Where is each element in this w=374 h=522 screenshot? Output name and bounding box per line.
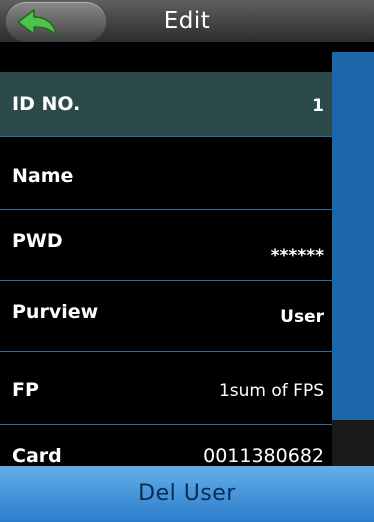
header-bar: Edit (0, 0, 374, 42)
field-list: ID NO. 1 Name PWD ****** Purview User FP… (0, 52, 332, 466)
field-label: Name (12, 165, 74, 187)
field-row-pwd[interactable]: PWD ****** (0, 210, 332, 281)
delete-user-button[interactable]: Del User (0, 466, 374, 522)
field-row-card[interactable]: Card 0011380682 (0, 425, 332, 466)
field-row-purview[interactable]: Purview User (0, 281, 332, 352)
field-label: Card (12, 445, 62, 466)
field-row-id-no[interactable]: ID NO. 1 (0, 72, 332, 137)
field-row-name[interactable]: Name (0, 137, 332, 210)
field-value: 1 (312, 96, 324, 116)
field-value: 1sum of FPS (218, 381, 324, 401)
field-row-fp[interactable]: FP 1sum of FPS (0, 352, 332, 425)
scrollbar-track (332, 420, 374, 466)
field-label: Purview (12, 301, 99, 323)
field-value: ****** (270, 246, 324, 266)
field-label: PWD (12, 230, 63, 252)
edit-user-screen: Edit ID NO. 1 Name PWD ****** Purview Us… (0, 0, 374, 522)
scrollbar[interactable] (332, 52, 374, 420)
page-title: Edit (163, 8, 211, 34)
field-value: 0011380682 (203, 445, 324, 466)
field-label: ID NO. (12, 93, 81, 115)
field-label: FP (12, 379, 39, 401)
field-value: User (280, 307, 324, 327)
